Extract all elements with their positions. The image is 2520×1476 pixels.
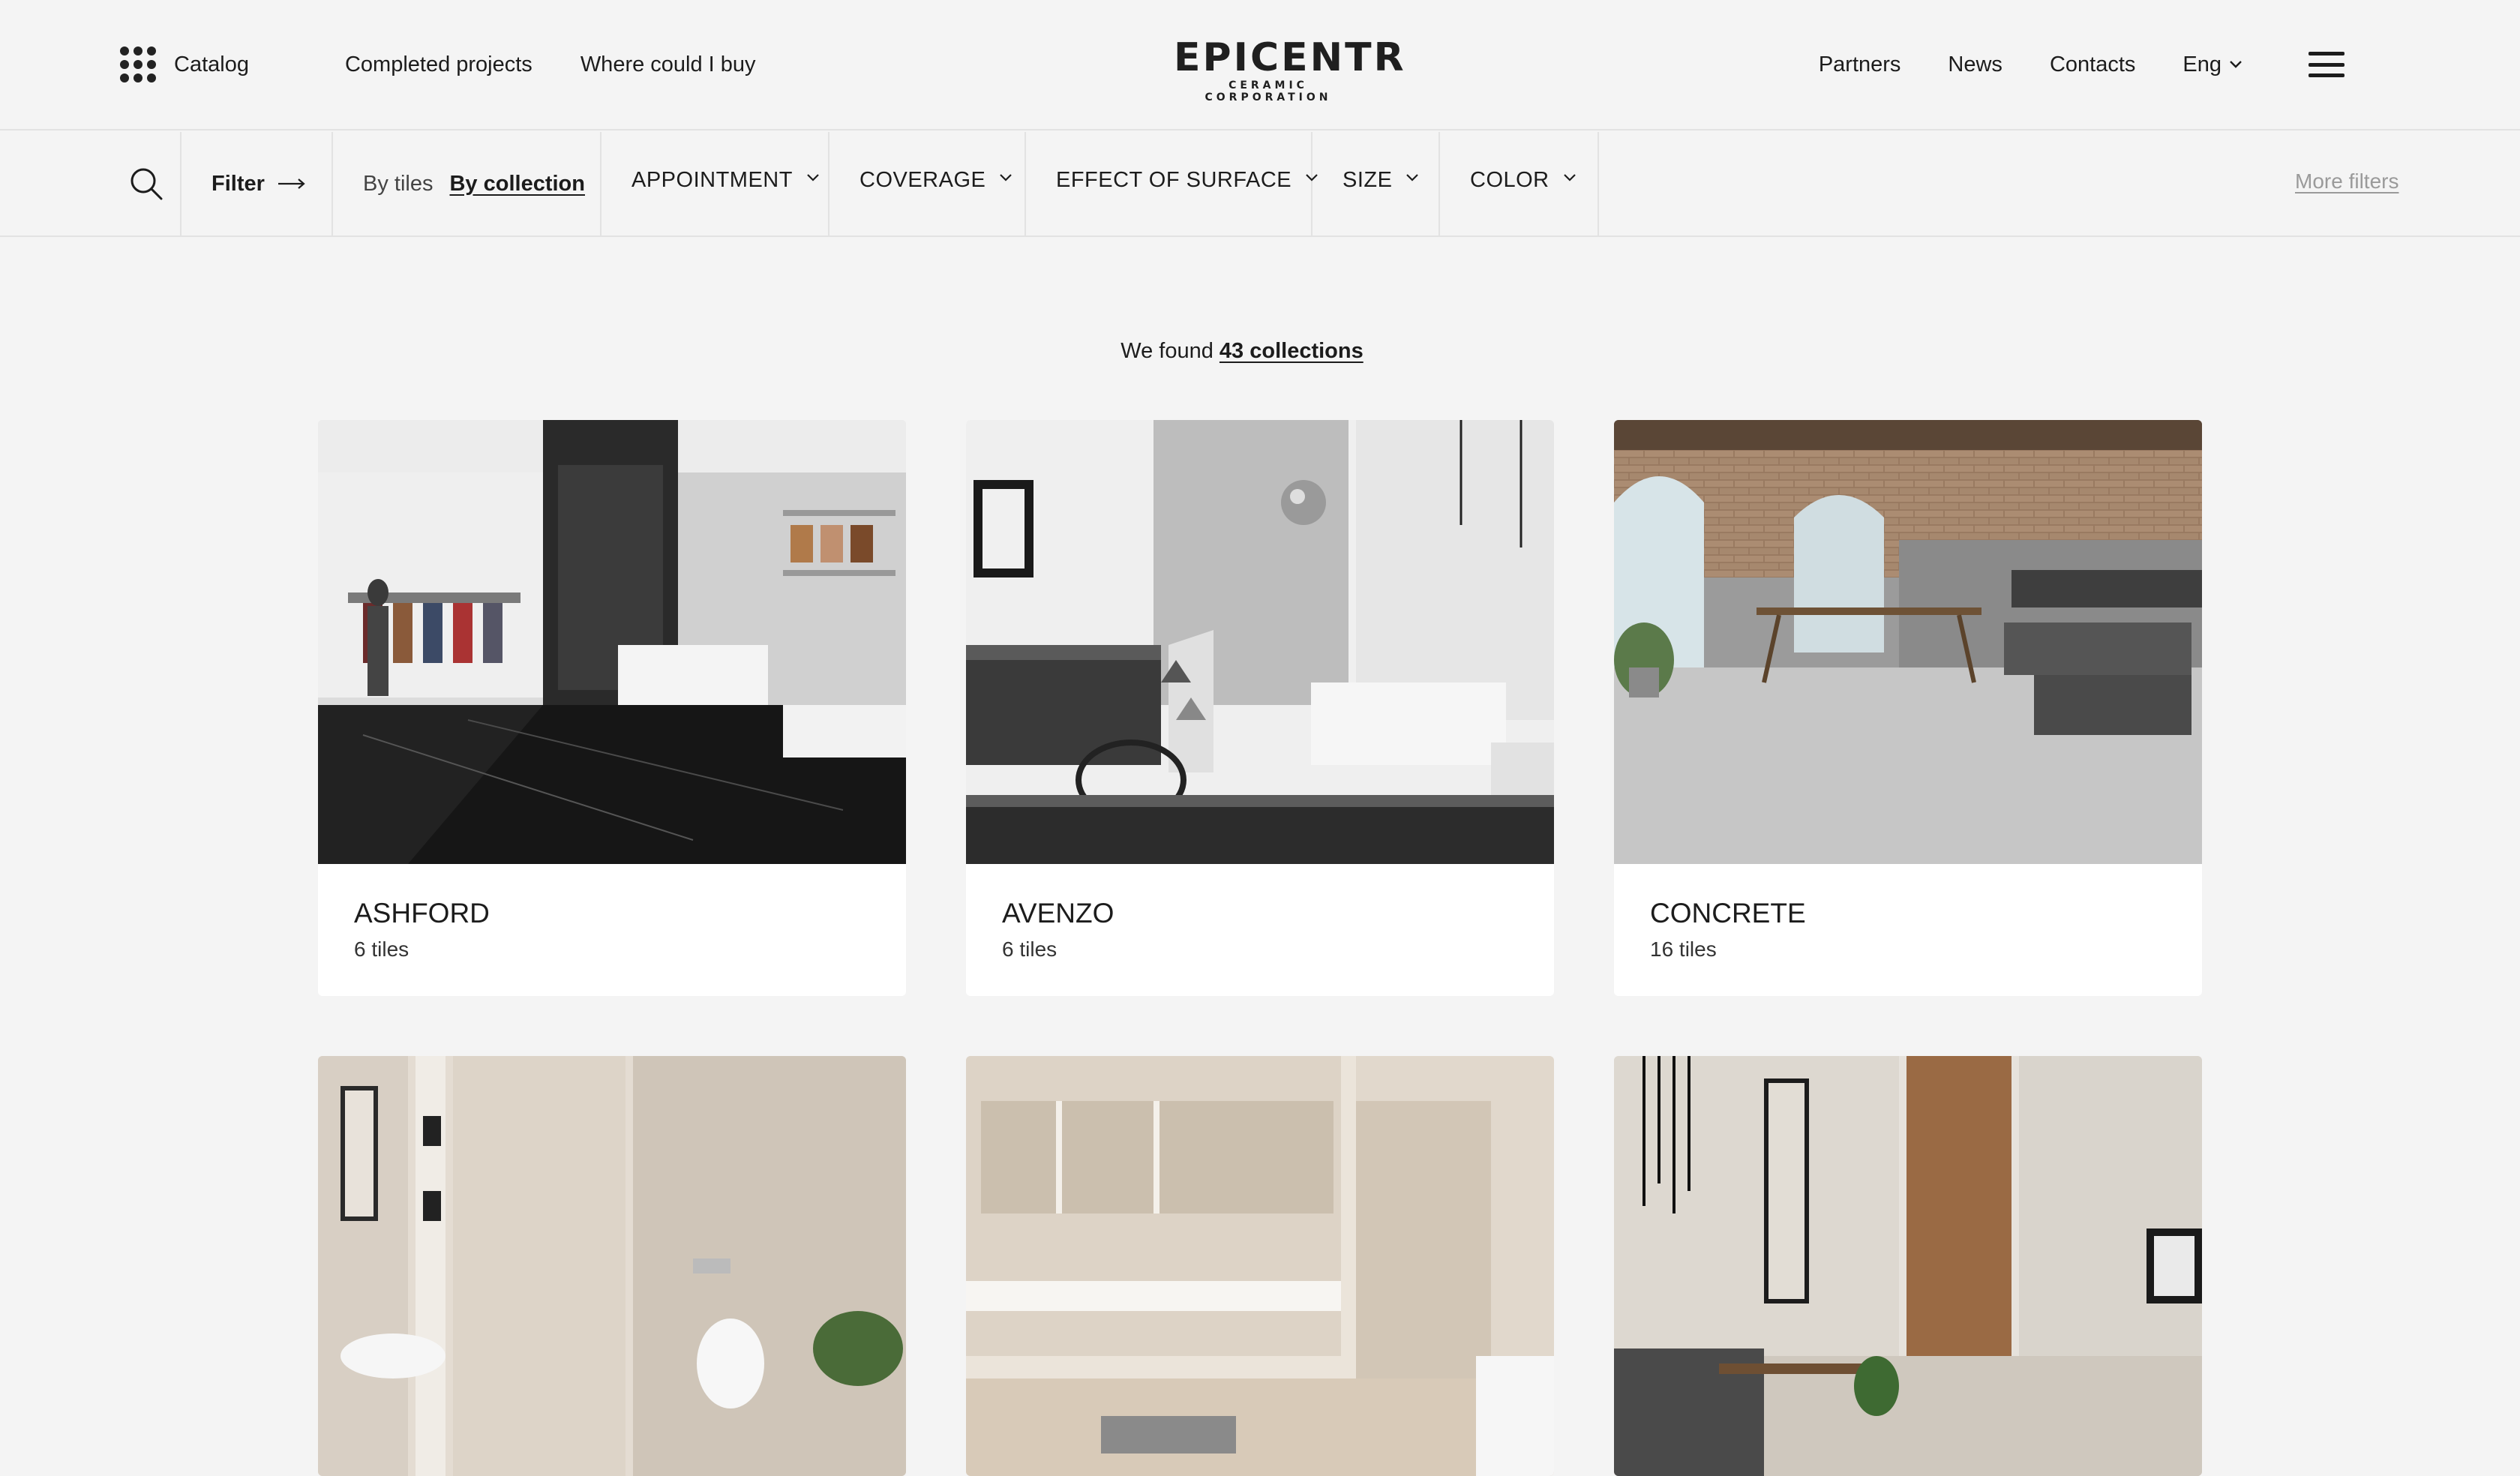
collection-image bbox=[318, 420, 906, 864]
collection-card-body: CONCRETE 16 tiles bbox=[1614, 864, 2202, 996]
dropdown-coverage-label: COVERAGE bbox=[860, 167, 986, 192]
dropdown-size[interactable]: SIZE bbox=[1312, 132, 1440, 236]
search-icon bbox=[130, 168, 163, 200]
header-left-nav: Catalog Completed projects Where could I… bbox=[120, 44, 804, 86]
results-summary: We found 43 collections bbox=[0, 339, 2484, 364]
collection-tile-count: 16 tiles bbox=[1650, 938, 1717, 961]
collection-title: AVENZO bbox=[1002, 898, 1114, 928]
chevron-down-icon bbox=[807, 173, 819, 182]
collection-image bbox=[1614, 1056, 2202, 1476]
dropdown-effect-label: EFFECT OF SURFACE bbox=[1056, 167, 1292, 192]
dropdown-coverage[interactable]: COVERAGE bbox=[830, 132, 1026, 236]
nav-where-to-buy[interactable]: Where could I buy bbox=[580, 52, 756, 77]
grid-dots-icon bbox=[120, 46, 156, 82]
chevron-down-icon bbox=[1563, 173, 1576, 182]
logo-tagline: CERAMIC CORPORATION bbox=[1204, 80, 1332, 104]
dropdown-coverage-inner: COVERAGE bbox=[860, 168, 1012, 193]
dropdown-appointment[interactable]: APPOINTMENT bbox=[602, 132, 830, 236]
collection-title: ASHFORD bbox=[354, 898, 490, 928]
header-right-nav: Partners News Contacts Eng bbox=[1772, 44, 2520, 86]
hamburger-menu-icon[interactable] bbox=[2308, 52, 2344, 77]
logo-wordmark: EPICENTR bbox=[1174, 35, 1406, 80]
collection-image bbox=[966, 1056, 1554, 1476]
language-selector[interactable]: Eng bbox=[2182, 52, 2242, 77]
nav-news[interactable]: News bbox=[1948, 52, 2002, 77]
collection-title: CONCRETE bbox=[1650, 898, 1806, 928]
chevron-down-icon bbox=[1406, 173, 1419, 182]
site-header: Catalog Completed projects Where could I… bbox=[0, 0, 2520, 130]
view-mode-toggle: By tiles By collection bbox=[333, 132, 602, 236]
dropdown-appointment-label: APPOINTMENT bbox=[632, 167, 793, 192]
dropdown-color[interactable]: COLOR bbox=[1440, 132, 1599, 236]
collection-card[interactable] bbox=[966, 1056, 1554, 1476]
mode-by-collection[interactable]: By collection bbox=[449, 172, 585, 196]
collection-image bbox=[966, 420, 1554, 864]
dropdown-color-inner: COLOR bbox=[1470, 168, 1576, 193]
arrow-right-icon bbox=[278, 178, 305, 189]
collection-card[interactable]: AVENZO 6 tiles bbox=[966, 420, 1554, 996]
collection-card[interactable] bbox=[318, 1056, 906, 1476]
collection-card-body: ASHFORD 6 tiles bbox=[318, 864, 906, 996]
filter-bar: Filter By tiles By collection APPOINTMEN… bbox=[0, 132, 2520, 237]
dropdown-appointment-inner: APPOINTMENT bbox=[632, 168, 820, 193]
nav-completed-projects[interactable]: Completed projects bbox=[345, 52, 532, 77]
language-label: Eng bbox=[2182, 52, 2222, 76]
collection-image bbox=[318, 1056, 906, 1476]
collection-tile-count: 6 tiles bbox=[354, 938, 410, 961]
dropdown-size-inner: SIZE bbox=[1342, 168, 1419, 193]
nav-contacts[interactable]: Contacts bbox=[2050, 52, 2135, 77]
collection-card[interactable]: CONCRETE 16 tiles bbox=[1614, 420, 2202, 996]
collection-tile-count: 6 tiles bbox=[1002, 938, 1058, 961]
collection-image bbox=[1614, 420, 2202, 864]
dropdown-size-label: SIZE bbox=[1342, 167, 1393, 192]
chevron-down-icon bbox=[2230, 61, 2242, 68]
nav-partners[interactable]: Partners bbox=[1819, 52, 1901, 77]
collection-card[interactable] bbox=[1614, 1056, 2202, 1476]
collection-card-body: AVENZO 6 tiles bbox=[966, 864, 1554, 996]
dropdown-effect-of-surface[interactable]: EFFECT OF SURFACE bbox=[1026, 132, 1318, 236]
results-prefix: We found bbox=[1120, 339, 1214, 363]
filter-button[interactable]: Filter bbox=[182, 132, 333, 236]
catalog-label: Catalog bbox=[174, 52, 249, 76]
dropdown-color-label: COLOR bbox=[1470, 167, 1550, 192]
mode-by-tiles[interactable]: By tiles bbox=[363, 172, 433, 196]
logo[interactable]: EPICENTR CERAMIC CORPORATION bbox=[1174, 35, 1406, 104]
results-count[interactable]: 43 collections bbox=[1220, 339, 1364, 363]
filter-label: Filter bbox=[212, 171, 265, 196]
chevron-down-icon bbox=[1000, 173, 1012, 182]
search-button[interactable] bbox=[112, 132, 182, 236]
more-filters-link[interactable]: More filters bbox=[2295, 170, 2398, 194]
dropdown-effect-inner: EFFECT OF SURFACE bbox=[1056, 168, 1318, 193]
collection-card[interactable]: ASHFORD 6 tiles bbox=[318, 420, 906, 996]
catalog-button[interactable]: Catalog bbox=[120, 46, 297, 82]
